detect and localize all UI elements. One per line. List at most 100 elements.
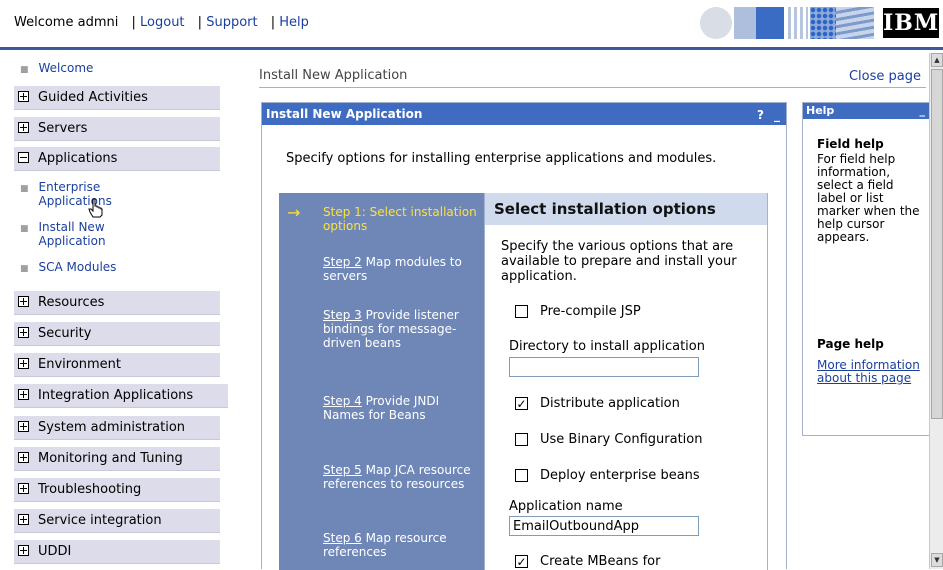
expand-icon[interactable] bbox=[18, 91, 29, 102]
nav-welcome-link[interactable]: ■ Welcome bbox=[20, 61, 93, 75]
step-5[interactable]: Step 5 Map JCA resource references to re… bbox=[323, 463, 483, 491]
expand-icon[interactable] bbox=[18, 358, 29, 369]
vertical-scrollbar[interactable]: ▲ ▼ bbox=[929, 53, 943, 569]
expand-icon[interactable] bbox=[18, 421, 29, 432]
nav-item-uddi[interactable]: UDDI bbox=[14, 539, 220, 564]
app-name-input[interactable] bbox=[509, 516, 699, 536]
ibm-logo: IBM bbox=[883, 8, 940, 38]
banner-graphic: IBM bbox=[694, 0, 943, 47]
collapse-icon[interactable] bbox=[18, 152, 29, 163]
nav-sub-install-new-application[interactable]: ■ Install New Application bbox=[20, 220, 119, 248]
directory-input[interactable] bbox=[509, 357, 699, 377]
nav-item-label: System administration bbox=[38, 420, 186, 435]
nav-item-label: Applications bbox=[38, 151, 118, 166]
support-link[interactable]: Support bbox=[206, 15, 257, 30]
expand-icon[interactable] bbox=[18, 483, 29, 494]
nav-item-troubleshooting[interactable]: Troubleshooting bbox=[14, 477, 220, 502]
banner-stripes-shape bbox=[788, 7, 808, 39]
help-link[interactable]: Help bbox=[279, 15, 309, 30]
logout-link[interactable]: Logout bbox=[140, 15, 185, 30]
expand-icon[interactable] bbox=[18, 122, 29, 133]
step-3[interactable]: Step 3 Provide listener bindings for mes… bbox=[323, 308, 483, 350]
nav-item-environment[interactable]: Environment bbox=[14, 352, 220, 377]
options-title: Select installation options bbox=[485, 193, 767, 225]
page-help-link[interactable]: More information about this page bbox=[817, 359, 925, 385]
bullet-icon: ■ bbox=[20, 264, 29, 274]
binary-config-checkbox[interactable] bbox=[515, 433, 528, 446]
nav-item-system-administration[interactable]: System administration bbox=[14, 415, 220, 440]
step-link[interactable]: Step 2 bbox=[323, 255, 362, 269]
app-name-label: Application name bbox=[509, 499, 623, 514]
create-mbeans-checkbox[interactable]: ✓ bbox=[515, 555, 528, 568]
nav-sub-sca-modules[interactable]: ■ SCA Modules bbox=[20, 260, 116, 276]
nav-item-label: Resources bbox=[38, 295, 105, 310]
expand-icon[interactable] bbox=[18, 514, 29, 525]
expand-icon[interactable] bbox=[18, 327, 29, 338]
minimize-button[interactable]: _ bbox=[774, 104, 780, 126]
panel-title: Install New Application bbox=[266, 107, 423, 121]
step-link[interactable]: Step 3 bbox=[323, 308, 362, 322]
welcome-text: Welcome admni bbox=[14, 15, 119, 30]
expand-icon[interactable] bbox=[18, 296, 29, 307]
scroll-up-icon[interactable]: ▲ bbox=[931, 53, 943, 67]
distribute-checkbox[interactable]: ✓ bbox=[515, 397, 528, 410]
expand-icon[interactable] bbox=[18, 452, 29, 463]
scroll-thumb[interactable] bbox=[931, 69, 943, 419]
distribute-label: Distribute application bbox=[540, 396, 680, 411]
nav-item-guided-activities[interactable]: Guided Activities bbox=[14, 85, 220, 110]
step-link[interactable]: Step 6 bbox=[323, 531, 362, 545]
nav-item-label: Integration Applications bbox=[38, 388, 194, 403]
step-link[interactable]: Step 5 bbox=[323, 463, 362, 477]
nav-item-label: UDDI bbox=[38, 544, 72, 559]
bullet-icon: ■ bbox=[20, 184, 29, 194]
divider bbox=[259, 87, 926, 88]
expand-icon[interactable] bbox=[18, 545, 29, 556]
nav-item-resources[interactable]: Resources bbox=[14, 290, 220, 315]
step-4[interactable]: Step 4 Provide JNDI Names for Beans bbox=[323, 394, 483, 422]
bullet-icon: ■ bbox=[20, 65, 29, 75]
nav-item-label: Servers bbox=[38, 121, 88, 136]
panel-header: Install New Application ? _ bbox=[262, 103, 786, 125]
deploy-ejb-checkbox[interactable] bbox=[515, 469, 528, 482]
separator: | bbox=[197, 15, 203, 30]
breadcrumb: Install New Application bbox=[259, 68, 408, 83]
nav-item-servers[interactable]: Servers bbox=[14, 116, 220, 141]
help-button[interactable]: ? bbox=[757, 104, 764, 126]
scroll-down-icon[interactable]: ▼ bbox=[931, 553, 943, 567]
precompile-jsp-checkbox[interactable] bbox=[515, 305, 528, 318]
options-description: Specify the various options that are ava… bbox=[501, 239, 737, 284]
wizard-steps: → Step 1: Select installation options St… bbox=[279, 193, 484, 570]
installation-options: Select installation options Specify the … bbox=[484, 193, 768, 570]
nav-sub-label: Enterprise Applications bbox=[38, 180, 112, 208]
step-6[interactable]: Step 6 Map resource references bbox=[323, 531, 483, 559]
help-title: Help bbox=[806, 104, 835, 117]
nav-item-label: Guided Activities bbox=[38, 90, 148, 105]
binary-config-label: Use Binary Configuration bbox=[540, 432, 703, 447]
bullet-icon: ■ bbox=[20, 224, 29, 234]
directory-label: Directory to install application bbox=[509, 339, 705, 354]
expand-icon[interactable] bbox=[18, 389, 29, 400]
help-header: Help _ bbox=[803, 103, 929, 119]
step-2[interactable]: Step 2 Map modules to servers bbox=[323, 255, 483, 283]
arrow-right-icon: → bbox=[287, 203, 301, 222]
step-link[interactable]: Step 4 bbox=[323, 394, 362, 408]
install-wizard-panel: Install New Application ? _ Specify opti… bbox=[261, 102, 787, 570]
help-portlet: Help _ Field help For field help informa… bbox=[802, 102, 930, 436]
nav-item-monitoring-and-tuning[interactable]: Monitoring and Tuning bbox=[14, 446, 220, 471]
panel-intro-text: Specify options for installing enterpris… bbox=[286, 151, 717, 166]
separator: | bbox=[270, 15, 276, 30]
nav-sub-label: SCA Modules bbox=[38, 260, 117, 274]
nav-item-service-integration[interactable]: Service integration bbox=[14, 508, 220, 533]
nav-item-integration-applications[interactable]: Integration Applications bbox=[14, 383, 228, 408]
nav-item-applications[interactable]: Applications bbox=[14, 146, 220, 171]
page-help-title: Page help bbox=[817, 337, 884, 351]
nav-item-security[interactable]: Security bbox=[14, 321, 220, 346]
nav-item-label: Monitoring and Tuning bbox=[38, 451, 183, 466]
hand-cursor-icon bbox=[88, 198, 103, 218]
minimize-button[interactable]: _ bbox=[920, 103, 926, 119]
deploy-ejb-label: Deploy enterprise beans bbox=[540, 468, 700, 483]
nav-item-label: Security bbox=[38, 326, 92, 341]
close-page-link[interactable]: Close page bbox=[849, 69, 921, 84]
banner-block-shape bbox=[734, 7, 756, 39]
navigation-tree: ■ Welcome Guided Activities Servers Appli… bbox=[0, 53, 236, 569]
